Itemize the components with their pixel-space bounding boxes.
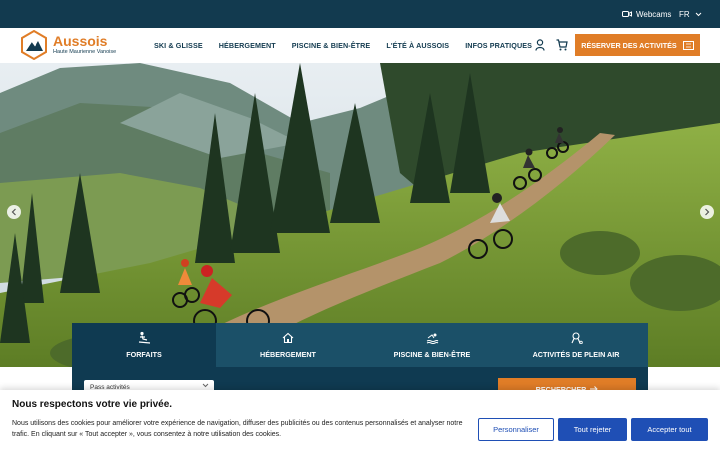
- ski-icon: [138, 331, 150, 344]
- hero-next-arrow[interactable]: [700, 205, 714, 219]
- mountain-biking-scene: [0, 63, 720, 367]
- cookie-banner: Nous respectons votre vie privée. Nous u…: [0, 390, 720, 450]
- logo[interactable]: Aussois Haute Maurienne Vanoise: [20, 30, 116, 60]
- nav-item-ete[interactable]: L'ÉTÉ À AUSSOIS: [378, 41, 457, 50]
- main-navigation: Aussois Haute Maurienne Vanoise SKI & GL…: [0, 28, 720, 63]
- nav-icons: [533, 38, 569, 52]
- top-bar: Webcams FR: [0, 0, 720, 28]
- booking-tabs: FORFAITS HÉBERGEMENT PISCINE & BIEN-ÊTRE…: [72, 323, 648, 367]
- reject-all-button[interactable]: Tout rejeter: [558, 418, 627, 441]
- nav-item-hebergement[interactable]: HÉBERGEMENT: [211, 41, 284, 50]
- customize-cookies-button[interactable]: Personnaliser: [478, 418, 554, 441]
- chevron-right-icon: [705, 208, 710, 216]
- swim-icon: [426, 333, 438, 344]
- tab-plein-air-label: ACTIVITÉS DE PLEIN AIR: [532, 349, 620, 359]
- user-icon[interactable]: [533, 38, 547, 52]
- language-label: FR: [679, 9, 690, 19]
- brand-name: Aussois: [53, 32, 108, 49]
- tab-forfaits[interactable]: FORFAITS: [72, 323, 216, 367]
- ticket-icon: [682, 40, 694, 50]
- video-camera-icon: [622, 11, 632, 17]
- tab-piscine[interactable]: PISCINE & BIEN-ÊTRE: [360, 323, 504, 367]
- hero-image: [0, 63, 720, 367]
- hero-prev-arrow[interactable]: [7, 205, 21, 219]
- tab-hebergement[interactable]: HÉBERGEMENT: [216, 323, 360, 367]
- tab-plein-air[interactable]: ACTIVITÉS DE PLEIN AIR: [504, 323, 648, 367]
- cookie-title: Nous respectons votre vie privée.: [12, 399, 173, 410]
- chevron-down-icon: [202, 383, 209, 388]
- nav-item-piscine[interactable]: PISCINE & BIEN-ÊTRE: [284, 41, 379, 50]
- webcams-label: Webcams: [636, 9, 672, 19]
- tab-piscine-label: PISCINE & BIEN-ÊTRE: [393, 349, 471, 359]
- cookie-text: Nous utilisons des cookies pour améliore…: [12, 420, 463, 438]
- chevron-down-icon: [695, 12, 702, 16]
- nav-item-infos[interactable]: INFOS PRATIQUES: [457, 41, 540, 50]
- nav-item-ski[interactable]: SKI & GLISSE: [146, 41, 211, 50]
- home-icon: [282, 332, 294, 343]
- webcams-link[interactable]: Webcams: [622, 7, 671, 21]
- accept-all-button[interactable]: Accepter tout: [631, 418, 708, 441]
- bike-icon: [570, 331, 583, 344]
- language-selector[interactable]: FR: [679, 7, 702, 21]
- mountain-logo-icon: [21, 30, 47, 60]
- brand-subtitle: Haute Maurienne Vanoise: [53, 48, 117, 55]
- tab-hebergement-label: HÉBERGEMENT: [260, 349, 316, 359]
- chevron-left-icon: [11, 208, 16, 216]
- cart-icon[interactable]: [555, 38, 569, 52]
- book-activities-label: RÉSERVER DES ACTIVITÉS: [581, 40, 677, 50]
- book-activities-button[interactable]: RÉSERVER DES ACTIVITÉS: [575, 34, 700, 56]
- menu: SKI & GLISSE HÉBERGEMENT PISCINE & BIEN-…: [146, 28, 540, 63]
- tab-forfaits-label: FORFAITS: [126, 350, 162, 359]
